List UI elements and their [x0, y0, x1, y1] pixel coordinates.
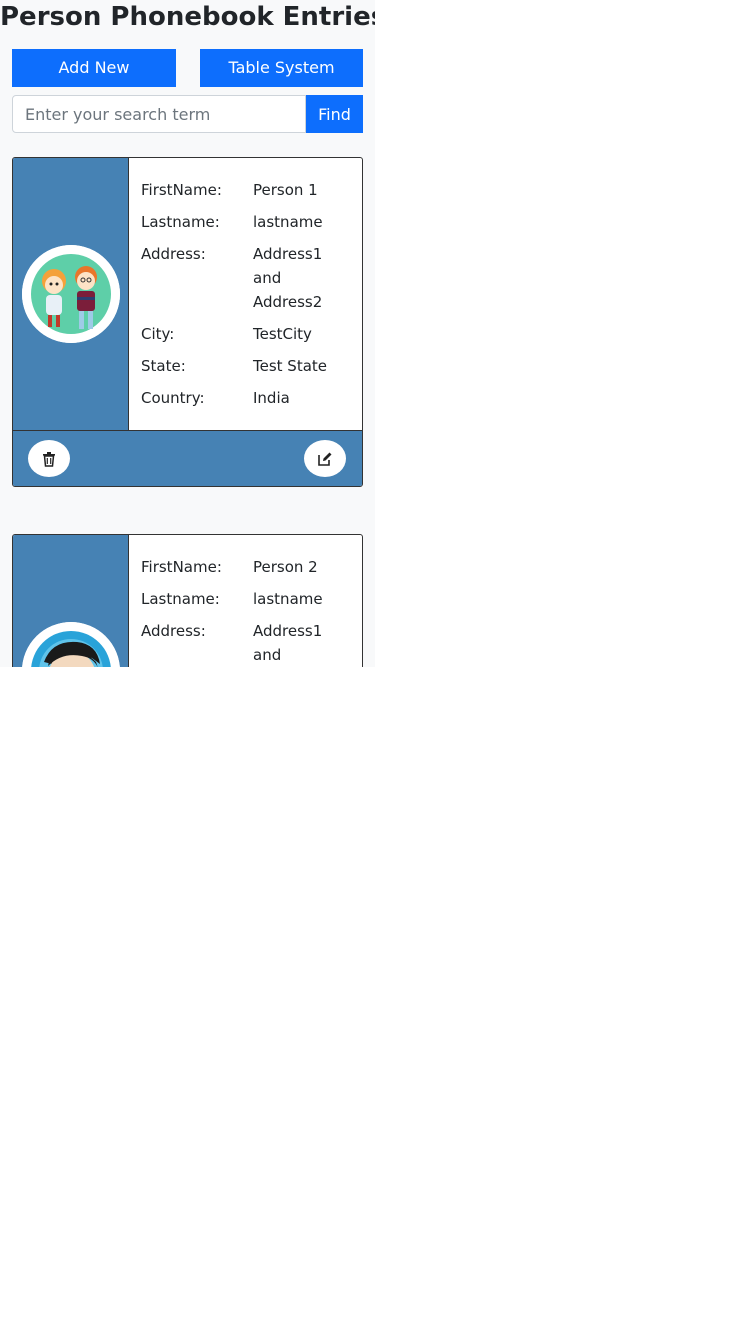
address-label: Address:: [141, 622, 206, 640]
lastname-row: Lastname: lastname: [141, 587, 362, 611]
search-input[interactable]: [12, 95, 306, 133]
person-card: FirstName: Person 2 Lastname: lastname A…: [12, 534, 363, 667]
person-details: FirstName: Person 1 Lastname: lastname A…: [129, 158, 362, 430]
trash-icon: [43, 451, 55, 467]
card-actions: [13, 430, 362, 486]
address-row: Address: Address1 and: [141, 619, 362, 667]
lastname-row: Lastname: lastname: [141, 210, 362, 234]
address-label: Address:: [141, 245, 206, 263]
address-value: Address1 and Address2: [253, 245, 323, 311]
avatar-panel: [13, 535, 129, 667]
person-card: FirstName: Person 1 Lastname: lastname A…: [12, 157, 363, 487]
state-label: State:: [141, 357, 186, 375]
firstname-label: FirstName:: [141, 558, 222, 576]
address-value: Address1 and: [253, 622, 323, 664]
address-row: Address: Address1 and Address2: [141, 242, 362, 314]
lastname-label: Lastname:: [141, 590, 220, 608]
cartoon-kids-avatar: [21, 245, 120, 343]
phonebook-panel: Person Phonebook Entries Add New Table S…: [0, 0, 375, 667]
state-row: State: Test State: [141, 354, 362, 378]
edit-icon: [318, 452, 332, 466]
cartoon-man-avatar: [21, 622, 120, 667]
find-button[interactable]: Find: [306, 95, 363, 133]
firstname-value: Person 2: [253, 558, 318, 576]
city-value: TestCity: [253, 325, 312, 343]
edit-button[interactable]: [304, 440, 346, 477]
country-row: Country: India: [141, 386, 362, 410]
person-details: FirstName: Person 2 Lastname: lastname A…: [129, 535, 362, 667]
lastname-value: lastname: [253, 213, 323, 231]
firstname-row: FirstName: Person 1: [141, 178, 362, 202]
firstname-value: Person 1: [253, 181, 318, 199]
firstname-row: FirstName: Person 2: [141, 555, 362, 579]
country-value: India: [253, 389, 290, 407]
search-bar: Find: [12, 95, 363, 133]
city-row: City: TestCity: [141, 322, 362, 346]
city-label: City:: [141, 325, 175, 343]
page-title: Person Phonebook Entries: [0, 2, 375, 32]
lastname-value: lastname: [253, 590, 323, 608]
country-label: Country:: [141, 389, 205, 407]
delete-button[interactable]: [28, 440, 70, 477]
avatar-panel: [13, 158, 129, 430]
firstname-label: FirstName:: [141, 181, 222, 199]
state-value: Test State: [253, 357, 328, 375]
lastname-label: Lastname:: [141, 213, 220, 231]
add-new-button[interactable]: Add New: [12, 49, 176, 87]
table-system-button[interactable]: Table System: [200, 49, 363, 87]
